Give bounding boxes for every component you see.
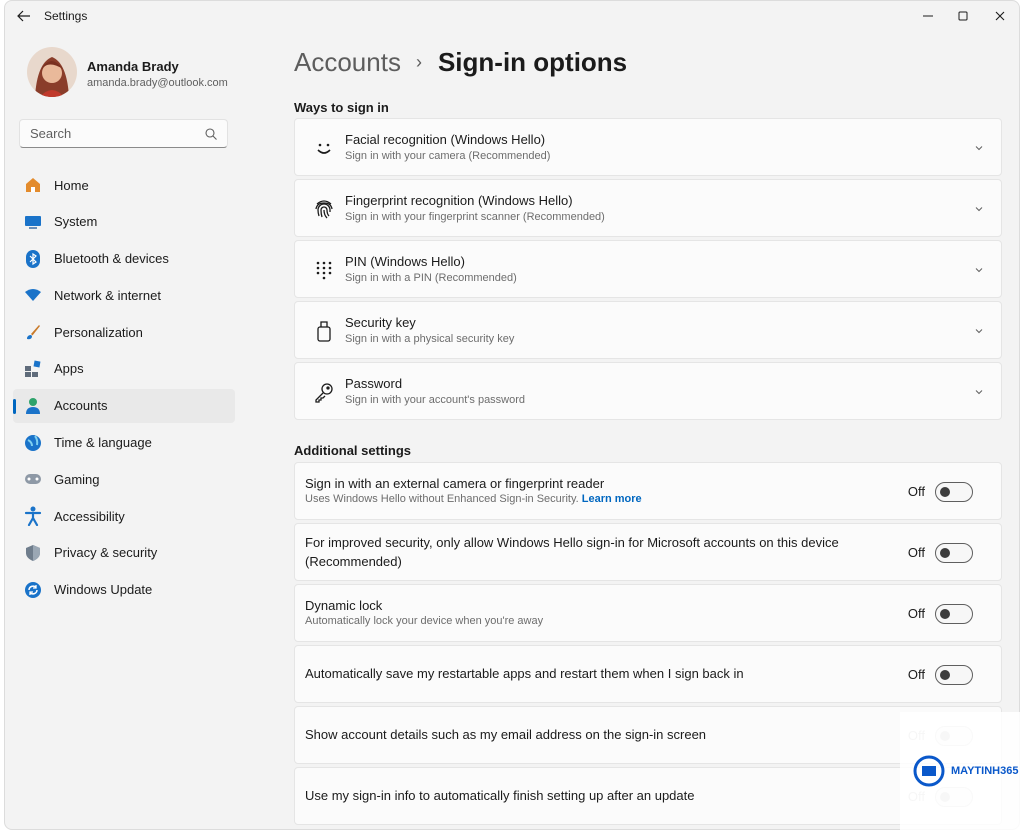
brush-icon — [23, 322, 43, 342]
sidebar-item-bluetooth[interactable]: Bluetooth & devices — [13, 242, 235, 276]
accessibility-icon — [23, 506, 43, 527]
additional-settings-heading: Additional settings — [294, 443, 411, 458]
pin-card[interactable]: PIN (Windows Hello) Sign in with a PIN (… — [294, 240, 1002, 298]
face-icon — [311, 135, 337, 161]
system-icon — [23, 212, 43, 232]
ways-to-sign-in-heading: Ways to sign in — [294, 100, 389, 115]
external-camera-setting: Sign in with an external camera or finge… — [294, 462, 1002, 520]
external-camera-toggle[interactable] — [935, 482, 973, 502]
accounts-icon — [23, 396, 43, 416]
restartable-apps-toggle[interactable] — [935, 665, 973, 685]
breadcrumb-separator: › — [415, 52, 422, 72]
facial-recognition-card[interactable]: Facial recognition (Windows Hello) Sign … — [294, 118, 1002, 176]
back-button[interactable] — [13, 6, 35, 26]
chevron-down-icon — [975, 329, 983, 334]
maximize-button[interactable] — [948, 5, 978, 27]
sidebar-item-home[interactable]: Home — [13, 168, 235, 202]
key-icon — [311, 379, 337, 405]
gamepad-icon — [23, 469, 43, 489]
maximize-icon — [958, 11, 968, 21]
chevron-down-icon — [975, 146, 983, 151]
watermark: MAYTINH365 — [900, 712, 1020, 830]
page-title: Sign-in options — [437, 47, 628, 77]
user-name: Amanda Brady — [87, 59, 179, 74]
windows-hello-only-setting: For improved security, only allow Window… — [294, 523, 1002, 581]
chevron-down-icon — [975, 268, 983, 273]
close-icon — [995, 11, 1005, 21]
minimize-button[interactable] — [913, 5, 943, 27]
breadcrumb-parent[interactable]: Accounts — [294, 47, 401, 78]
restartable-apps-setting: Automatically save my restartable apps a… — [294, 645, 1002, 703]
fingerprint-recognition-card[interactable]: Fingerprint recognition (Windows Hello) … — [294, 179, 1002, 237]
user-profile[interactable]: Amanda Brady amanda.brady@outlook.com — [27, 47, 267, 99]
sidebar-item-network[interactable]: Network & internet — [13, 278, 235, 312]
settings-window: Settings Amanda Brady amanda.brady@outlo… — [4, 0, 1020, 830]
password-card[interactable]: Password Sign in with your account's pas… — [294, 362, 1002, 420]
breadcrumb: Accounts › Sign-in options — [294, 47, 627, 78]
sidebar-item-apps[interactable]: Apps — [13, 352, 235, 386]
search-icon — [205, 128, 217, 140]
back-arrow-icon — [17, 10, 30, 22]
title-bar: Settings — [5, 1, 1019, 31]
user-email: amanda.brady@outlook.com — [87, 77, 228, 89]
fingerprint-icon — [311, 196, 337, 222]
search-box[interactable]: Search — [19, 119, 228, 148]
app-title: Settings — [44, 9, 88, 23]
sign-in-info-setting: Use my sign-in info to automatically fin… — [294, 767, 1002, 825]
update-icon — [23, 580, 43, 600]
account-details-setting: Show account details such as my email ad… — [294, 706, 1002, 764]
sidebar-item-privacy-security[interactable]: Privacy & security — [13, 536, 235, 570]
home-icon — [23, 175, 43, 195]
avatar — [27, 47, 77, 97]
dynamic-lock-setting: Dynamic lock Automatically lock your dev… — [294, 584, 1002, 642]
apps-icon — [23, 359, 43, 379]
watermark-logo-icon — [913, 755, 945, 787]
sidebar-item-gaming[interactable]: Gaming — [13, 462, 235, 496]
wifi-icon — [23, 285, 43, 305]
globe-icon — [23, 433, 43, 453]
sidebar-item-time-language[interactable]: Time & language — [13, 426, 235, 460]
chevron-down-icon — [975, 207, 983, 212]
dynamic-lock-toggle[interactable] — [935, 604, 973, 624]
security-key-card[interactable]: Security key Sign in with a physical sec… — [294, 301, 1002, 359]
sidebar-item-accessibility[interactable]: Accessibility — [13, 499, 235, 533]
minimize-icon — [923, 15, 933, 17]
sidebar-item-windows-update[interactable]: Windows Update — [13, 573, 235, 607]
sidebar-item-personalization[interactable]: Personalization — [13, 315, 235, 349]
sidebar-item-system[interactable]: System — [13, 205, 235, 239]
sidebar-item-accounts[interactable]: Accounts — [13, 388, 235, 423]
learn-more-link[interactable]: Learn more — [582, 493, 642, 505]
sidebar-nav: Home System Bluetooth & devices Network … — [13, 168, 235, 610]
usb-key-icon — [311, 318, 337, 344]
pin-icon — [311, 257, 337, 283]
bluetooth-icon — [23, 249, 43, 269]
windows-hello-only-toggle[interactable] — [935, 543, 973, 563]
search-input[interactable]: Search — [30, 126, 71, 141]
close-button[interactable] — [985, 5, 1015, 27]
chevron-down-icon — [975, 390, 983, 395]
shield-icon — [23, 543, 43, 563]
